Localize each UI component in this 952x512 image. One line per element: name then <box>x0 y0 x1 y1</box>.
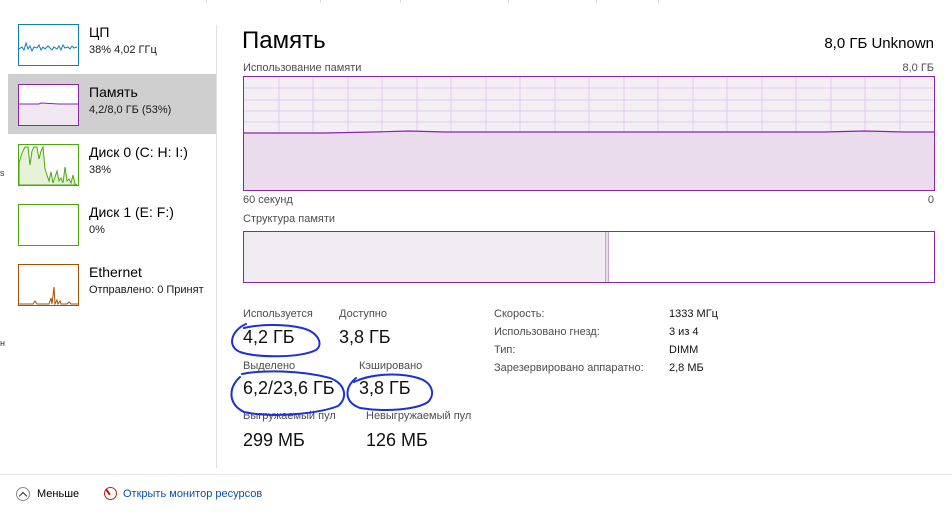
sidebar-item-disk1-title: Диск 1 (E: F:) <box>89 204 174 220</box>
form-factor-label: Тип: <box>494 344 516 356</box>
speed-value: 1333 МГц <box>669 308 718 320</box>
open-resource-monitor-link[interactable]: Открыть монитор ресурсов <box>104 487 262 500</box>
resource-monitor-icon <box>104 487 117 500</box>
paged-pool-label: Выгружаемый пул <box>243 410 336 422</box>
tab-divider <box>206 0 207 3</box>
page-title: Память <box>242 27 326 54</box>
in-use-value: 4,2 ГБ <box>243 327 295 347</box>
footer-bar: Меньше Открыть монитор ресурсов <box>0 474 952 512</box>
disk1-thumbnail-graph <box>18 204 79 246</box>
speed-label: Скорость: <box>494 308 545 320</box>
tab-divider <box>596 0 597 3</box>
sidebar-item-disk1-sub: 0% <box>89 224 105 236</box>
memory-capacity: 8,0 ГБ Unknown <box>824 35 934 52</box>
hardware-reserved-label: Зарезервировано аппаратно: <box>494 362 644 374</box>
sidebar-item-cpu-title: ЦП <box>89 24 110 40</box>
composition-modified <box>606 232 609 282</box>
committed-value: 6,2/23,6 ГБ <box>243 378 335 398</box>
structure-label: Структура памяти <box>243 213 336 225</box>
cached-label: Кэшировано <box>359 360 423 372</box>
memory-usage-graph <box>243 76 935 191</box>
top-strip <box>0 0 952 3</box>
memory-thumbnail-graph <box>18 84 79 126</box>
left-edge: s н <box>0 0 5 511</box>
chevron-up-icon <box>16 487 30 501</box>
hardware-reserved-value: 2,8 МБ <box>669 362 704 374</box>
tab-divider <box>658 0 659 3</box>
disk0-thumbnail-graph <box>18 144 79 186</box>
tab-divider <box>508 0 509 3</box>
resource-sidebar: ЦП 38% 4,02 ГГц Память 4,2/8,0 ГБ (53%) … <box>8 14 216 474</box>
usage-graph-label: Использование памяти <box>243 62 362 74</box>
committed-label: Выделено <box>243 360 296 372</box>
slots-label: Использовано гнезд: <box>494 326 600 338</box>
cpu-thumbnail-graph <box>18 24 79 66</box>
sidebar-item-disk1[interactable]: Диск 1 (E: F:) 0% <box>8 194 216 254</box>
sidebar-item-memory[interactable]: Память 4,2/8,0 ГБ (53%) <box>8 74 216 134</box>
in-use-label: Используется <box>243 308 313 320</box>
open-resource-monitor-label: Открыть монитор ресурсов <box>123 487 263 500</box>
sidebar-item-cpu[interactable]: ЦП 38% 4,02 ГГц <box>8 14 216 74</box>
available-value: 3,8 ГБ <box>339 327 391 347</box>
cached-value: 3,8 ГБ <box>359 378 411 398</box>
slots-value: 3 из 4 <box>669 326 699 338</box>
tab-divider <box>320 0 321 3</box>
edge-mark: s <box>0 168 5 178</box>
memory-composition-bar <box>243 231 935 283</box>
sidebar-item-ethernet-sub: Отправлено: 0 Принят <box>89 284 204 296</box>
available-label: Доступно <box>339 308 388 320</box>
fewer-details-button[interactable]: Меньше <box>16 487 79 501</box>
composition-in-use <box>244 232 606 282</box>
fewer-details-label: Меньше <box>37 488 80 500</box>
nonpaged-pool-label: Невыгружаемый пул <box>366 410 472 422</box>
tab-divider <box>400 0 401 3</box>
usage-graph-max: 8,0 ГБ <box>902 62 934 74</box>
paged-pool-value: 299 МБ <box>243 430 305 450</box>
sidebar-item-cpu-sub: 38% 4,02 ГГц <box>89 44 157 56</box>
sidebar-item-ethernet[interactable]: Ethernet Отправлено: 0 Принят <box>8 254 216 314</box>
sidebar-item-disk0-title: Диск 0 (C: H: I:) <box>89 144 188 160</box>
pane-divider <box>216 25 217 468</box>
nonpaged-pool-value: 126 МБ <box>366 430 428 450</box>
graph-time-right: 0 <box>927 194 934 206</box>
sidebar-item-disk0[interactable]: Диск 0 (C: H: I:) 38% <box>8 134 216 194</box>
sidebar-item-disk0-sub: 38% <box>89 164 112 176</box>
edge-mark: н <box>0 338 5 348</box>
sidebar-item-ethernet-title: Ethernet <box>89 264 142 280</box>
ethernet-thumbnail-graph <box>18 264 79 306</box>
graph-time-left: 60 секунд <box>243 194 293 206</box>
sidebar-item-memory-title: Память <box>89 84 138 100</box>
form-factor-value: DIMM <box>669 344 699 356</box>
sidebar-item-memory-sub: 4,2/8,0 ГБ (53%) <box>89 104 172 116</box>
